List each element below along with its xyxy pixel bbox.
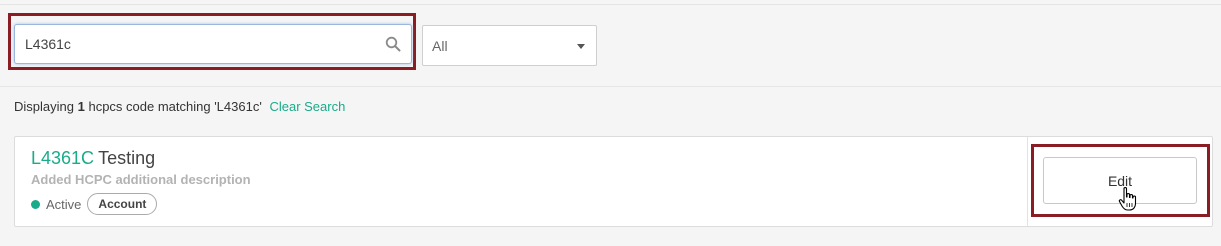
results-suffix: hcpcs code matching 'L4361c' bbox=[88, 99, 262, 114]
chevron-down-icon bbox=[577, 44, 585, 49]
search-box[interactable] bbox=[14, 24, 412, 64]
status-text: Active bbox=[46, 196, 82, 212]
code-description: Added HCPC additional description bbox=[31, 172, 251, 187]
filter-select-value: All bbox=[432, 38, 448, 54]
results-count: 1 bbox=[77, 99, 85, 114]
hand-cursor-icon bbox=[1118, 187, 1137, 211]
status-dot-icon bbox=[31, 199, 40, 209]
search-icon[interactable] bbox=[385, 36, 401, 52]
hcpcs-code[interactable]: L4361C bbox=[31, 148, 94, 168]
status-row: Active Account bbox=[31, 193, 158, 215]
account-badge: Account bbox=[87, 193, 158, 215]
search-input[interactable] bbox=[25, 25, 375, 63]
clear-search-link[interactable]: Clear Search bbox=[269, 99, 345, 114]
card-divider bbox=[1027, 137, 1028, 226]
code-title: Testing bbox=[98, 148, 156, 168]
filter-select[interactable]: All bbox=[422, 25, 597, 66]
results-summary: Displaying 1 hcpcs code matching 'L4361c… bbox=[14, 99, 345, 114]
results-prefix: Displaying bbox=[14, 99, 74, 114]
card-heading: L4361C Testing bbox=[31, 148, 155, 169]
